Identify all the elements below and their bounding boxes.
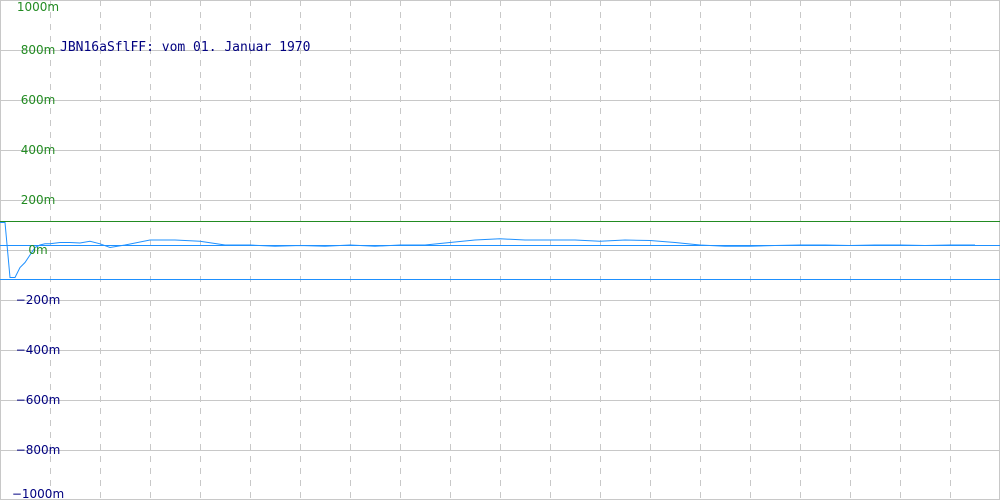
y-tick-label: −400m xyxy=(16,343,61,357)
y-tick-label: 1000m xyxy=(17,0,59,14)
line-chart: 1000m 800m 600m 400m 200m 0m −200m −400m −600m −8… xyxy=(0,0,1000,500)
chart-title: JBN16aSflFF: vom 01. Januar 1970 xyxy=(60,40,311,55)
grid xyxy=(0,0,1000,500)
y-tick-label: 200m xyxy=(21,193,56,207)
y-tick-label: 0m xyxy=(28,243,47,257)
y-tick-label: −800m xyxy=(16,443,61,457)
y-tick-label: −600m xyxy=(16,393,61,407)
y-tick-label: −200m xyxy=(16,293,61,307)
y-tick-label: 800m xyxy=(21,43,56,57)
y-tick-label: 600m xyxy=(21,93,56,107)
y-tick-label: 400m xyxy=(21,143,56,157)
y-tick-label: −1000m xyxy=(12,487,64,500)
